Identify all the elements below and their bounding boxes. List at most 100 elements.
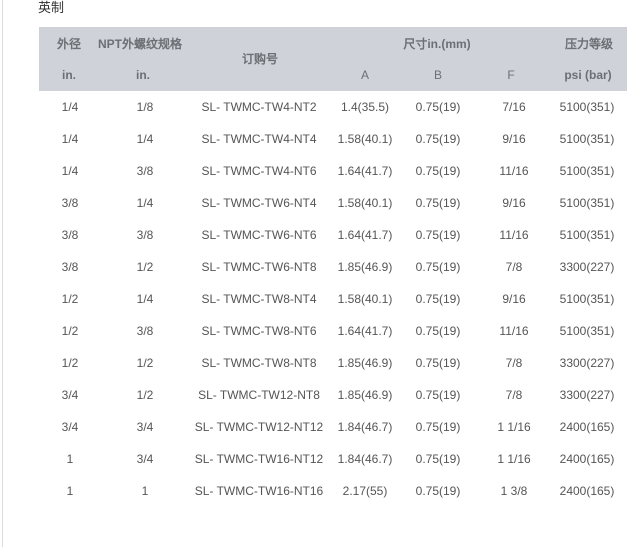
cell-npt: 1/4	[136, 132, 154, 146]
table-row: 3/8 3/8 SL- TWMC-TW6-NT6 1.64(41.7) 0.75(19)…	[39, 219, 627, 251]
table-row: 1 3/4 SL- TWMC-TW16-NT12 1.84(46.7) 0.75(19)…	[39, 443, 627, 475]
cell-dim-b: 0.75(19)	[415, 132, 461, 146]
cell-npt: 1/2	[136, 356, 154, 370]
cell-dim-a: 1.84(46.7)	[337, 420, 393, 434]
cell-order-number: SL- TWMC-TW16-NT12	[194, 452, 324, 466]
cell-pressure: 5100(351)	[559, 164, 615, 178]
cell-pressure: 5100(351)	[559, 324, 615, 338]
cell-od: 1/2	[61, 324, 79, 338]
cell-dim-a: 1.84(46.7)	[337, 452, 393, 466]
spec-table: 外径 in. NPT外螺纹规格 in. 订购号 尺寸in.(mm) A B F …	[39, 27, 627, 507]
cell-order-number: SL- TWMC-TW6-NT6	[201, 228, 317, 242]
cell-dim-b: 0.75(19)	[415, 324, 461, 338]
cell-order-number: SL- TWMC-TW16-NT16	[194, 484, 324, 498]
cell-dim-b: 0.75(19)	[415, 100, 461, 114]
table-caption: 英制	[38, 0, 65, 15]
cell-dim-f: 9/16	[502, 292, 526, 306]
table-row: 1/4 1/4 SL- TWMC-TW4-NT4 1.58(40.1) 0.75(19)…	[39, 123, 627, 155]
cell-od: 1/4	[61, 164, 79, 178]
cell-pressure: 5100(351)	[559, 132, 615, 146]
cell-pressure: 5100(351)	[559, 100, 615, 114]
table-row: 1/2 1/4 SL- TWMC-TW8-NT4 1.58(40.1) 0.75(19)…	[39, 283, 627, 315]
cell-order-number: SL- TWMC-TW8-NT6	[201, 324, 317, 338]
cell-pressure: 3300(227)	[559, 260, 615, 274]
cell-od: 3/4	[61, 420, 79, 434]
cell-npt: 3/4	[136, 420, 154, 434]
left-border-line	[2, 0, 3, 547]
cell-od: 1	[66, 484, 74, 498]
cell-dim-b: 0.75(19)	[415, 420, 461, 434]
cell-dim-b: 0.75(19)	[415, 356, 461, 370]
cell-dim-f: 11/16	[499, 228, 529, 242]
cell-dim-f: 9/16	[502, 132, 526, 146]
cell-pressure: 5100(351)	[559, 228, 615, 242]
cell-order-number: SL- TWMC-TW4-NT6	[201, 164, 317, 178]
cell-dim-a: 1.4(35.5)	[340, 100, 390, 114]
cell-pressure: 2400(165)	[559, 484, 615, 498]
header-od-label: 外径	[56, 37, 82, 51]
cell-dim-a: 1.64(41.7)	[337, 164, 393, 178]
table-row: 3/8 1/4 SL- TWMC-TW6-NT4 1.58(40.1) 0.75(19)…	[39, 187, 627, 219]
cell-dim-a: 1.85(46.9)	[337, 356, 393, 370]
header-od-unit: in.	[62, 68, 76, 82]
cell-dim-a: 1.58(40.1)	[337, 196, 393, 210]
cell-npt: 1/2	[136, 260, 154, 274]
header-dim-f: F	[507, 68, 515, 82]
cell-od: 1/4	[61, 132, 79, 146]
cell-od: 1	[66, 452, 74, 466]
cell-npt: 3/8	[136, 164, 154, 178]
cell-dim-f: 1 1/16	[497, 452, 531, 466]
table-row: 3/8 1/2 SL- TWMC-TW6-NT8 1.85(46.9) 0.75(19)…	[39, 251, 627, 283]
header-order-label: 订购号	[241, 52, 279, 66]
cell-dim-f: 7/8	[505, 356, 523, 370]
cell-dim-a: 1.64(41.7)	[337, 324, 393, 338]
cell-pressure: 3300(227)	[559, 356, 615, 370]
cell-pressure: 2400(165)	[559, 420, 615, 434]
cell-npt: 3/8	[136, 324, 154, 338]
cell-dim-f: 7/8	[505, 388, 523, 402]
cell-dim-a: 1.85(46.9)	[337, 388, 393, 402]
cell-npt: 3/8	[136, 228, 154, 242]
cell-dim-a: 1.58(40.1)	[337, 132, 393, 146]
cell-order-number: SL- TWMC-TW4-NT2	[201, 100, 317, 114]
cell-dim-b: 0.75(19)	[415, 292, 461, 306]
cell-dim-b: 0.75(19)	[415, 388, 461, 402]
table-row: 1/2 3/8 SL- TWMC-TW8-NT6 1.64(41.7) 0.75(19)…	[39, 315, 627, 347]
table-row: 1/4 1/8 SL- TWMC-TW4-NT2 1.4(35.5) 0.75(19) 7…	[39, 91, 627, 123]
table-row: 3/4 1/2 SL- TWMC-TW12-NT8 1.85(46.9) 0.75(19…	[39, 379, 627, 411]
cell-npt: 1/8	[136, 100, 154, 114]
table-row: 1/2 1/2 SL- TWMC-TW8-NT8 1.85(46.9) 0.75(19)…	[39, 347, 627, 379]
cell-dim-f: 11/16	[499, 164, 529, 178]
cell-dim-b: 0.75(19)	[415, 196, 461, 210]
cell-dim-a: 2.17(55)	[342, 484, 388, 498]
cell-npt: 1/2	[136, 388, 154, 402]
cell-dim-b: 0.75(19)	[415, 260, 461, 274]
cell-dim-a: 1.64(41.7)	[337, 228, 393, 242]
header-dim-a: A	[360, 68, 370, 82]
cell-dim-f: 1 1/16	[497, 420, 531, 434]
cell-dim-b: 0.75(19)	[415, 484, 461, 498]
table-body: 1/4 1/8 SL- TWMC-TW4-NT2 1.4(35.5) 0.75(19) 7…	[39, 91, 627, 507]
cell-dim-b: 0.75(19)	[415, 228, 461, 242]
cell-od: 3/8	[61, 260, 79, 274]
cell-od: 1/4	[61, 100, 79, 114]
header-npt-label: NPT外螺纹规格	[97, 37, 183, 51]
cell-order-number: SL- TWMC-TW8-NT8	[201, 356, 317, 370]
cell-pressure: 2400(165)	[559, 452, 615, 466]
cell-dim-f: 7/8	[505, 260, 523, 274]
cell-pressure: 5100(351)	[559, 292, 615, 306]
cell-npt: 1	[141, 484, 149, 498]
table-row: 3/4 3/4 SL- TWMC-TW12-NT12 1.84(46.7) 0.75(1…	[39, 411, 627, 443]
header-npt-unit: in.	[136, 68, 150, 82]
cell-order-number: SL- TWMC-TW4-NT4	[201, 132, 317, 146]
table-header: 外径 in. NPT外螺纹规格 in. 订购号 尺寸in.(mm) A B F …	[39, 27, 627, 91]
cell-order-number: SL- TWMC-TW12-NT8	[198, 388, 320, 402]
cell-npt: 1/4	[136, 292, 154, 306]
cell-order-number: SL- TWMC-TW6-NT8	[201, 260, 317, 274]
cell-od: 1/2	[61, 356, 79, 370]
cell-order-number: SL- TWMC-TW12-NT12	[194, 420, 324, 434]
header-dim-b: B	[433, 68, 443, 82]
cell-od: 3/4	[61, 388, 79, 402]
cell-dim-f: 1 3/8	[500, 484, 528, 498]
cell-npt: 3/4	[136, 452, 154, 466]
